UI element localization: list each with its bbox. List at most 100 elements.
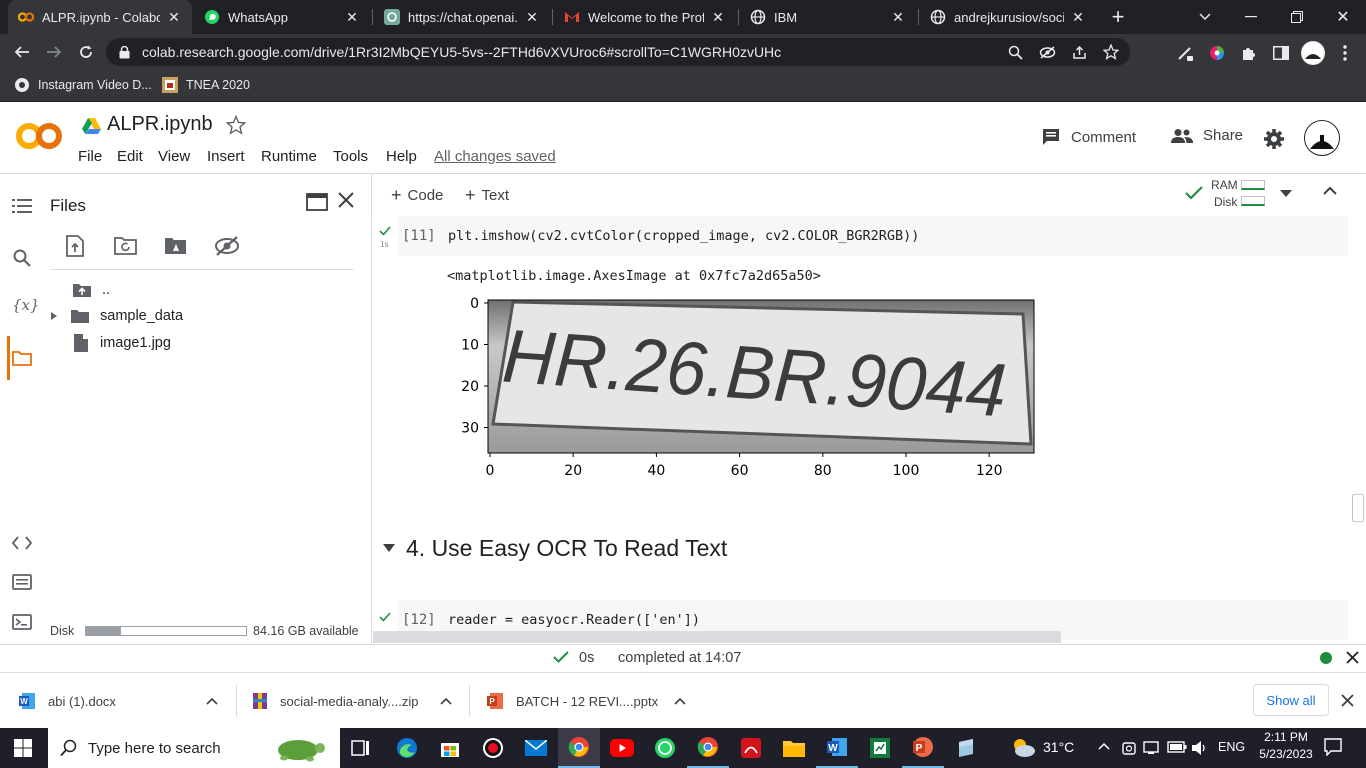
settings-gear-icon[interactable] (1263, 128, 1285, 150)
menu-view[interactable]: View (158, 148, 190, 165)
tab-gmail[interactable]: Welcome to the Profe ✕ (556, 0, 734, 34)
share-page-icon[interactable] (1068, 42, 1090, 62)
close-downloads-icon[interactable] (1341, 694, 1354, 707)
comment-button[interactable]: Comment (1041, 127, 1136, 147)
collapse-chevron-up-icon[interactable] (1323, 186, 1337, 195)
menu-file[interactable]: File (78, 148, 102, 165)
vertical-scrollbar-thumb[interactable] (1352, 494, 1364, 522)
reload-icon[interactable] (74, 40, 98, 64)
download-item-pptx[interactable]: P BATCH - 12 REVI....pptx (486, 673, 700, 729)
app-taskbar-icon[interactable] (945, 728, 987, 768)
bookmark-instagram-video[interactable]: Instagram Video D... (14, 70, 152, 100)
extensions-puzzle-icon[interactable] (1238, 42, 1260, 64)
file-item-parent[interactable]: .. (72, 282, 110, 298)
network-icon[interactable] (1143, 740, 1161, 756)
taskbar-clock[interactable]: 2:11 PM 5/23/2023 (1256, 730, 1316, 761)
new-tab-icon[interactable]: + (1106, 4, 1130, 29)
tab-chat-openai[interactable]: https://chat.openai.co ✕ (376, 0, 548, 34)
bookmark-star-icon[interactable] (1100, 42, 1122, 62)
search-icon[interactable] (12, 248, 32, 268)
close-tab-icon[interactable]: ✕ (890, 9, 906, 26)
close-tab-icon[interactable]: ✕ (524, 9, 540, 26)
chrome-profile-taskbar-icon[interactable] (687, 728, 729, 768)
notifications-icon[interactable] (1324, 738, 1342, 756)
side-panel-icon[interactable] (1270, 42, 1292, 64)
show-all-downloads-button[interactable]: Show all (1253, 684, 1329, 716)
acrobat-icon[interactable] (730, 728, 772, 768)
resources-dropdown-icon[interactable] (1280, 190, 1292, 197)
tab-ibm[interactable]: IBM ✕ (742, 0, 914, 34)
windows-start-icon[interactable] (2, 728, 44, 768)
back-icon[interactable] (10, 40, 34, 64)
weather-icon[interactable] (1010, 736, 1036, 758)
menu-insert[interactable]: Insert (207, 148, 245, 165)
notebook-title[interactable]: ALPR.ipynb (107, 113, 213, 136)
volume-icon[interactable] (1191, 740, 1209, 756)
terminal-icon[interactable] (12, 614, 32, 630)
media-player-icon[interactable] (472, 728, 514, 768)
upload-file-icon[interactable] (66, 235, 88, 257)
add-code-button[interactable]: + Code (391, 185, 443, 206)
code-snippets-icon[interactable] (12, 536, 32, 550)
mount-drive-icon[interactable] (164, 236, 188, 258)
close-status-icon[interactable] (1346, 651, 1359, 664)
powerpoint-taskbar-icon[interactable]: P (902, 728, 944, 768)
youtube-icon[interactable] (601, 728, 643, 768)
taskbar-search-box[interactable]: Type here to search (48, 728, 340, 768)
color-picker-extension-icon[interactable] (1206, 42, 1228, 64)
close-tab-icon[interactable]: ✕ (1070, 9, 1086, 26)
download-options-chevron-icon[interactable] (206, 697, 218, 705)
task-view-icon[interactable] (340, 728, 382, 768)
extension-pen-icon[interactable] (1174, 42, 1196, 64)
download-options-chevron-icon[interactable] (674, 697, 686, 705)
download-item-docx[interactable]: W abi (1).docx (18, 673, 232, 729)
tab-whatsapp[interactable]: WhatsApp ✕ (196, 0, 368, 34)
close-window-icon[interactable]: ✕ (1332, 6, 1354, 28)
save-status[interactable]: All changes saved (434, 148, 556, 165)
hide-files-eye-off-icon[interactable] (214, 235, 240, 257)
weather-temp[interactable]: 31°C (1043, 739, 1074, 755)
account-avatar[interactable] (1304, 120, 1340, 156)
close-tab-icon[interactable]: ✕ (344, 9, 360, 26)
browser-menu-icon[interactable] (1334, 42, 1356, 64)
microsoft-store-icon[interactable] (429, 728, 471, 768)
word-taskbar-icon[interactable]: W (816, 728, 858, 768)
hidden-icons-chevron-icon[interactable] (1098, 742, 1110, 750)
section-heading[interactable]: 4. Use Easy OCR To Read Text (406, 535, 727, 562)
command-palette-icon[interactable] (12, 574, 32, 590)
tab-search-chevron-icon[interactable] (1194, 6, 1216, 28)
edge-icon[interactable] (386, 728, 428, 768)
collapse-section-arrow-icon[interactable] (383, 544, 395, 552)
tab-alpr-colab[interactable]: ALPR.ipynb - Colabora ✕ (8, 0, 192, 34)
download-options-chevron-icon[interactable] (440, 697, 452, 705)
menu-runtime[interactable]: Runtime (261, 148, 317, 165)
variables-icon[interactable]: {x} (12, 296, 40, 314)
menu-help[interactable]: Help (386, 148, 417, 165)
mail-icon[interactable] (515, 728, 557, 768)
add-text-button[interactable]: + Text (465, 185, 509, 206)
refresh-folder-icon[interactable] (114, 236, 138, 258)
profile-avatar[interactable] (1301, 41, 1325, 65)
restore-icon[interactable] (1286, 6, 1308, 28)
table-of-contents-icon[interactable] (12, 198, 32, 214)
eye-off-icon[interactable] (1036, 42, 1058, 62)
share-button[interactable]: Share (1171, 127, 1243, 144)
menu-tools[interactable]: Tools (333, 148, 368, 165)
whatsapp-taskbar-icon[interactable] (644, 728, 686, 768)
minimize-icon[interactable] (1240, 6, 1262, 28)
notes-app-icon[interactable] (859, 728, 901, 768)
file-explorer-icon[interactable] (773, 728, 815, 768)
file-item-sample-data[interactable]: sample_data (50, 308, 183, 324)
tab-andrejkurusiov[interactable]: andrejkurusiov/social- ✕ (922, 0, 1094, 34)
zoom-icon[interactable] (1004, 42, 1026, 62)
horizontal-scrollbar[interactable] (373, 631, 1061, 643)
battery-icon[interactable] (1167, 741, 1187, 753)
files-folder-icon[interactable] (12, 350, 32, 366)
menu-edit[interactable]: Edit (117, 148, 143, 165)
star-icon[interactable] (226, 115, 246, 135)
address-bar[interactable]: colab.research.google.com/drive/1Rr3I2Mb… (106, 38, 1130, 66)
input-language[interactable]: ENG (1218, 740, 1245, 754)
chrome-taskbar-icon[interactable] (558, 728, 600, 768)
code-cell-11[interactable]: [11] plt.imshow(cv2.cvtColor(cropped_ima… (398, 216, 1348, 256)
forward-icon[interactable] (42, 40, 66, 64)
